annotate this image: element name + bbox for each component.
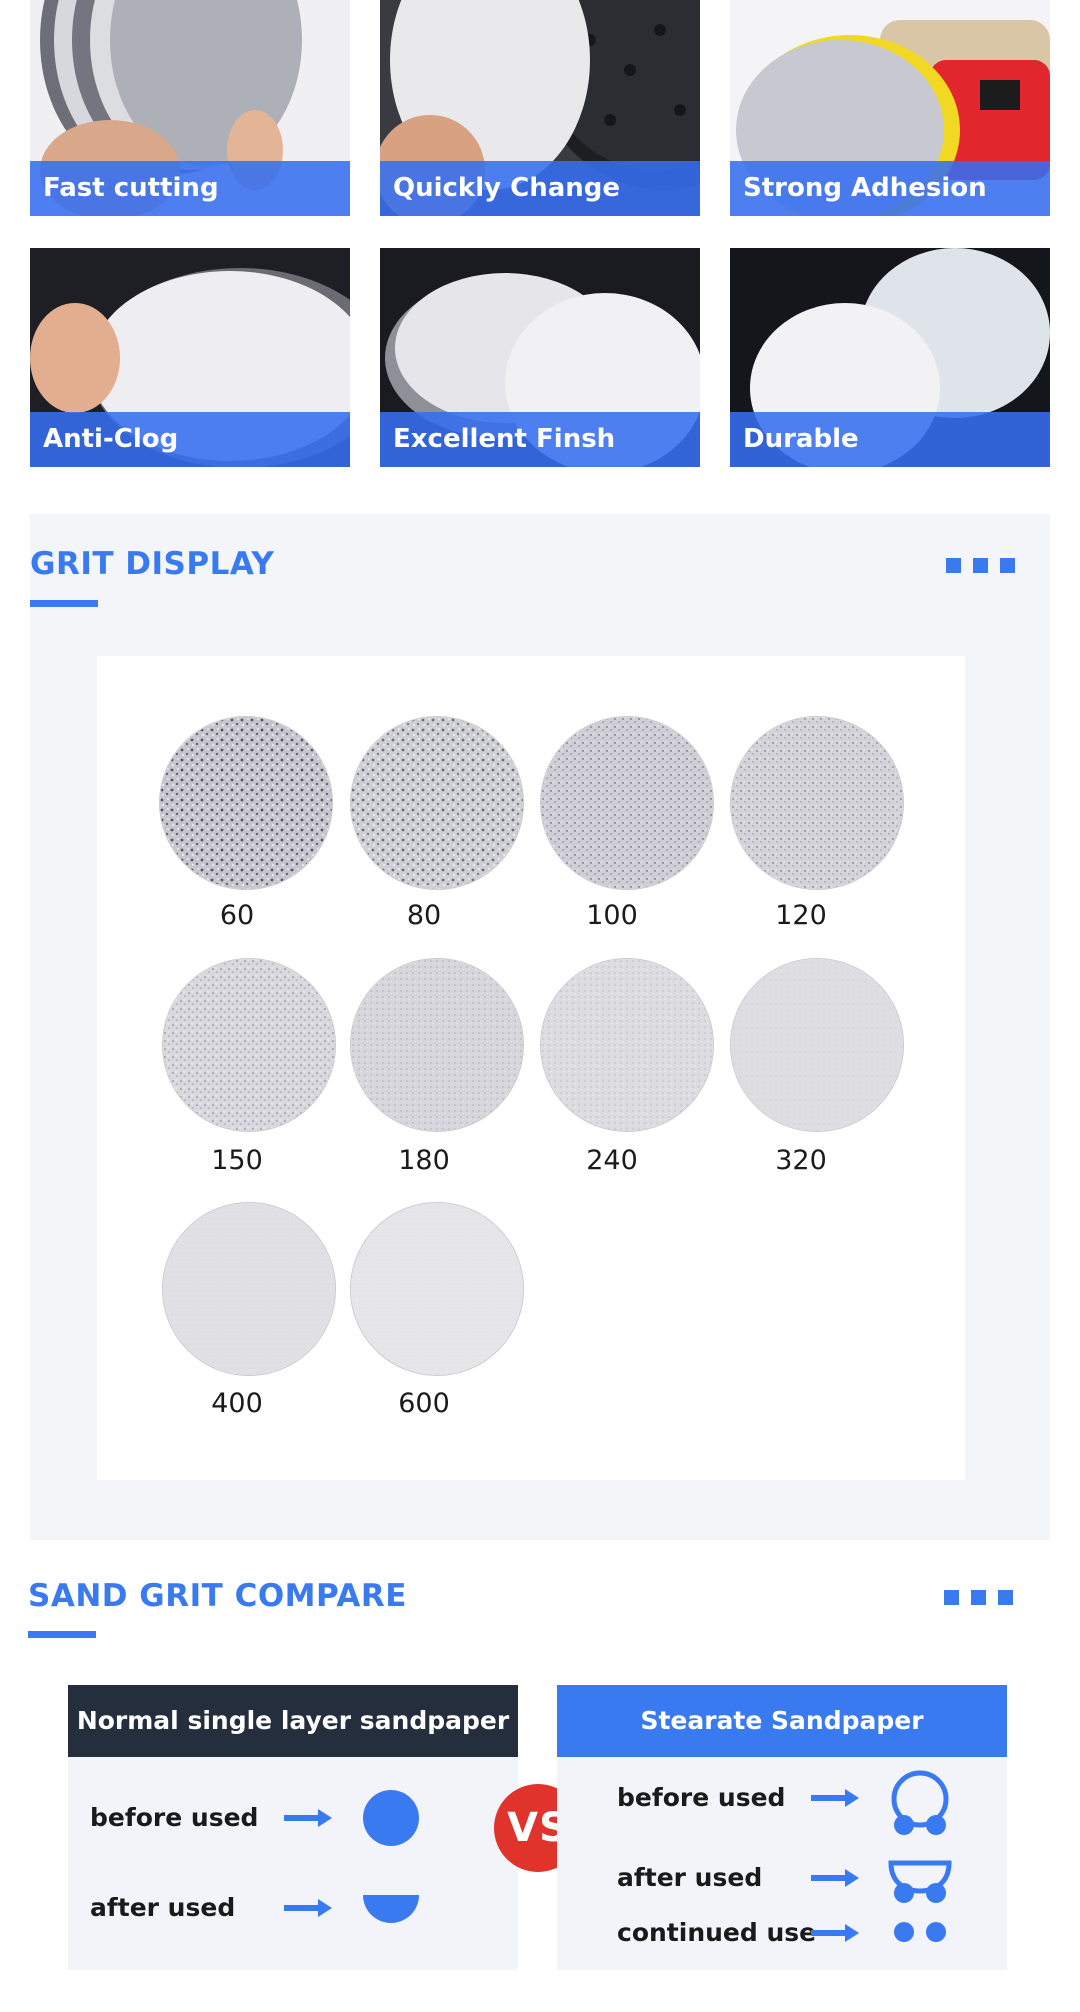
feature-card-strong-adhesion: Strong Adhesion xyxy=(730,0,1050,216)
feature-card-anti-clog: Anti-Clog xyxy=(30,248,350,467)
feature-label: Strong Adhesion xyxy=(730,161,1050,216)
decorative-dots xyxy=(944,1590,1013,1605)
decorative-dots xyxy=(946,558,1015,573)
grit-label: 600 xyxy=(398,1388,450,1419)
row-label: before used xyxy=(90,1803,259,1832)
grit-label: 150 xyxy=(211,1145,263,1176)
arrow-right-icon xyxy=(811,1789,859,1807)
grit-sample-disc xyxy=(540,716,714,890)
feature-label: Anti-Clog xyxy=(30,412,350,467)
feature-label: Fast cutting xyxy=(30,161,350,216)
grit-sample-disc xyxy=(730,958,904,1132)
normal-sandpaper-card: Normal single layer sandpaper before use… xyxy=(68,1685,518,1970)
full-circle-icon xyxy=(363,1790,419,1846)
card-header: Normal single layer sandpaper xyxy=(68,1685,518,1757)
grit-sample-disc xyxy=(730,716,904,890)
arrow-right-icon xyxy=(811,1869,859,1887)
half-circle-icon xyxy=(363,1895,419,1923)
grit-label: 320 xyxy=(775,1145,827,1176)
coated-particle-icon xyxy=(891,1770,949,1835)
title-underline xyxy=(30,600,98,607)
grit-label: 400 xyxy=(211,1388,263,1419)
arrow-right-icon xyxy=(811,1924,859,1942)
feature-card-fast-cutting: Fast cutting xyxy=(30,0,350,216)
feature-label: Quickly Change xyxy=(380,161,700,216)
arrow-right-icon xyxy=(284,1899,332,1917)
grit-label: 240 xyxy=(586,1145,638,1176)
grit-sample-disc xyxy=(350,958,524,1132)
grit-label: 100 xyxy=(586,900,638,931)
grit-sample-disc xyxy=(350,716,524,890)
grit-sample-disc xyxy=(350,1202,524,1376)
feature-card-durable: Durable xyxy=(730,248,1050,467)
remaining-grains-icon xyxy=(894,1922,946,1942)
grit-label: 60 xyxy=(219,900,255,931)
section-title: SAND GRIT COMPARE xyxy=(28,1578,407,1614)
grit-label: 120 xyxy=(775,900,827,931)
feature-card-quickly-change: Quickly Change xyxy=(380,0,700,216)
grit-sample-disc xyxy=(540,958,714,1132)
feature-label: Excellent Finsh xyxy=(380,412,700,467)
grit-sample-disc xyxy=(162,1202,336,1376)
worn-coated-particle-icon xyxy=(888,1860,952,1903)
grit-label: 80 xyxy=(406,900,442,931)
grit-sample-disc xyxy=(159,716,333,890)
stearate-sandpaper-card: Stearate Sandpaper before used after use… xyxy=(557,1685,1007,1970)
section-title: GRIT DISPLAY xyxy=(30,546,275,582)
feature-label: Durable xyxy=(730,412,1050,467)
row-label: after used xyxy=(617,1863,763,1892)
grit-label: 180 xyxy=(398,1145,450,1176)
grit-sample-disc xyxy=(162,958,336,1132)
arrow-right-icon xyxy=(284,1809,332,1827)
row-label: before used xyxy=(617,1783,786,1812)
row-label: continued use xyxy=(617,1918,817,1947)
feature-card-excellent-finish: Excellent Finsh xyxy=(380,248,700,467)
title-underline xyxy=(28,1631,96,1638)
row-label: after used xyxy=(90,1893,236,1922)
card-header: Stearate Sandpaper xyxy=(557,1685,1007,1757)
